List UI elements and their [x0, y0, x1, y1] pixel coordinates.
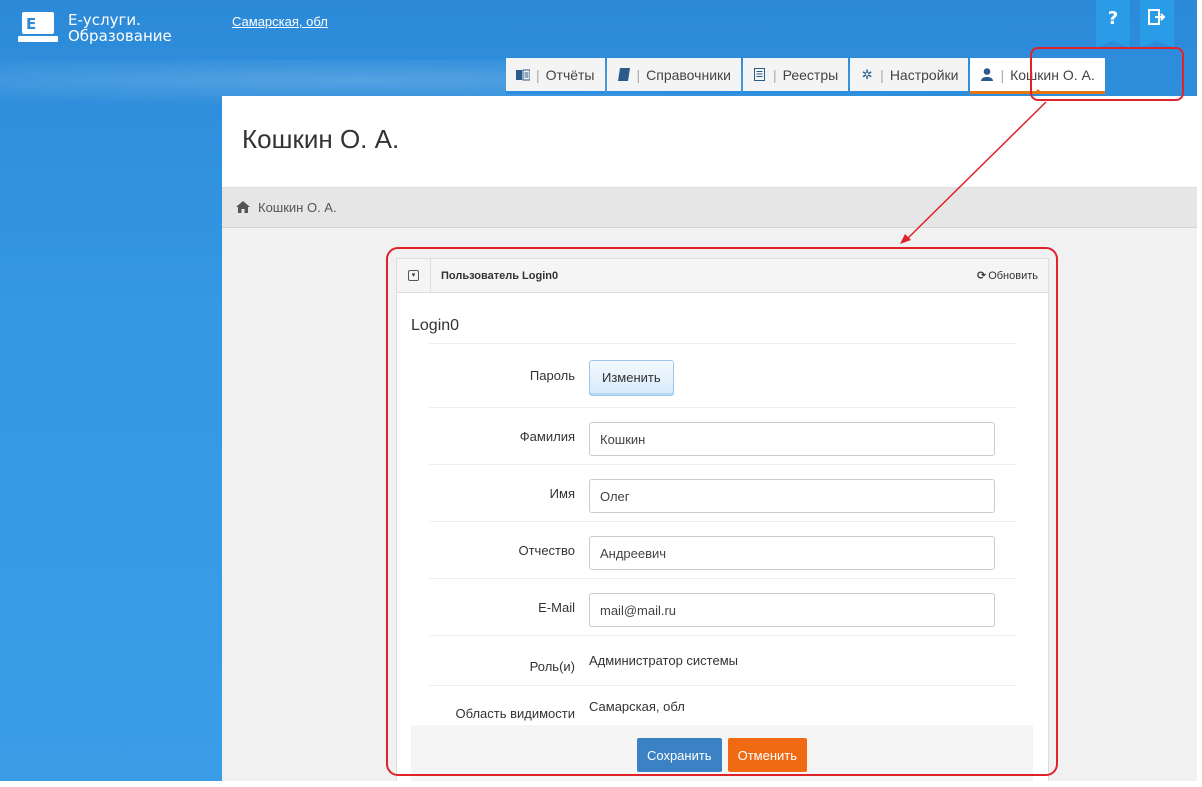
- page-title: Кошкин О. А.: [242, 124, 400, 154]
- registry-icon: [753, 68, 767, 82]
- annotation-tab-highlight: [1030, 47, 1184, 101]
- region-link[interactable]: Самарская, обл: [232, 14, 328, 29]
- reports-icon: [516, 68, 530, 82]
- app-logo[interactable]: E Е-услуги. Образование: [18, 12, 172, 46]
- book-icon: [617, 68, 631, 82]
- user-icon: [980, 68, 994, 82]
- tab-registries[interactable]: | Реестры: [742, 58, 849, 94]
- tab-reports-label: Отчёты: [545, 66, 595, 83]
- annotation-card-highlight: [386, 247, 1058, 776]
- help-button[interactable]: ?: [1096, 0, 1130, 48]
- tab-settings-label: Настройки: [889, 66, 959, 83]
- main-nav: | Отчёты | Справочники | Реестры ✲ | Нас…: [506, 58, 1107, 94]
- logo-icon: E: [18, 12, 58, 46]
- home-icon[interactable]: [236, 200, 250, 216]
- right-edge: [1197, 0, 1202, 787]
- tab-dictionaries[interactable]: | Справочники: [606, 58, 741, 94]
- tab-reports[interactable]: | Отчёты: [506, 58, 605, 94]
- bottom-edge: [0, 781, 1202, 787]
- tab-dictionaries-label: Справочники: [646, 66, 731, 83]
- gear-icon: ✲: [861, 66, 873, 82]
- app-title: Е-услуги. Образование: [68, 12, 172, 44]
- logout-button[interactable]: [1140, 0, 1174, 48]
- tab-settings[interactable]: ✲ | Настройки: [850, 58, 969, 94]
- page-header: Кошкин О. А.: [222, 96, 1197, 188]
- breadcrumb: Кошкин О. А.: [222, 188, 1197, 228]
- tab-registries-label: Реестры: [782, 66, 839, 83]
- breadcrumb-current: Кошкин О. А.: [258, 200, 337, 215]
- app-title-line2: Образование: [68, 27, 172, 45]
- app-title-line1: Е-услуги.: [68, 11, 141, 29]
